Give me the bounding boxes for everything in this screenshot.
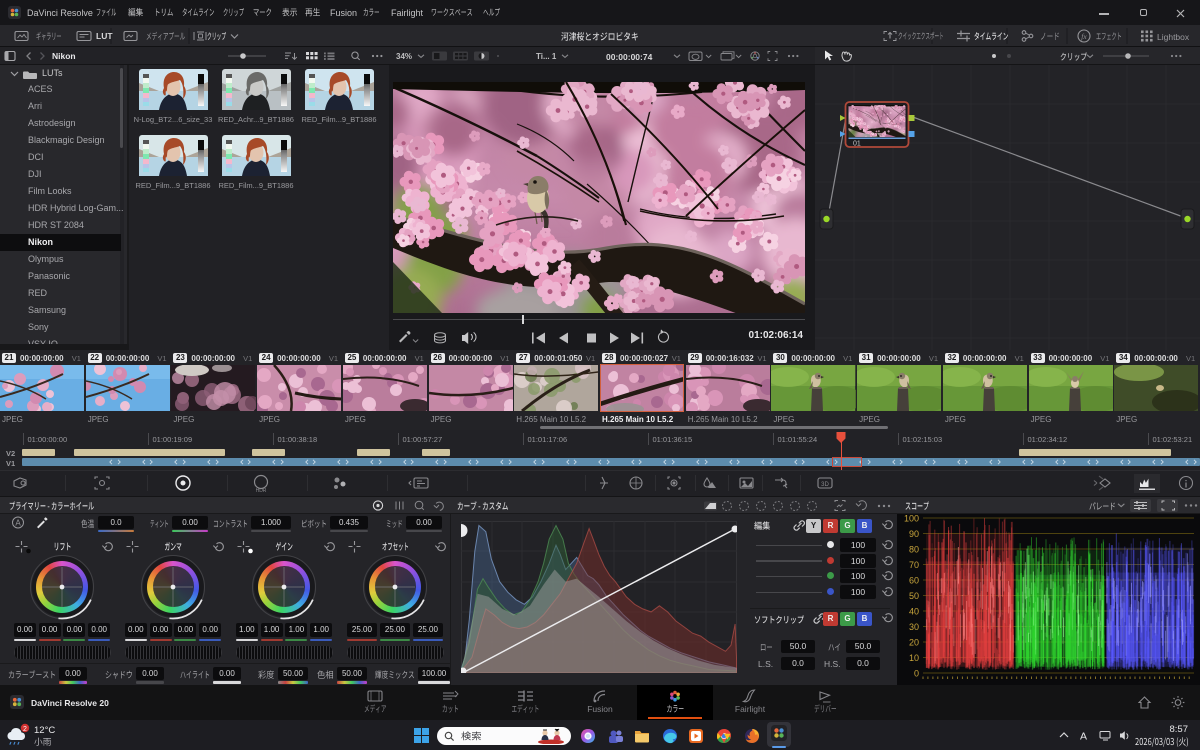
svg-text:60: 60 [909, 576, 919, 586]
svg-text:20: 20 [909, 638, 919, 648]
svg-text:2: 2 [23, 726, 27, 733]
svg-text:40: 40 [909, 607, 919, 617]
svg-text:0: 0 [914, 669, 919, 679]
svg-text:A: A [1080, 731, 1087, 743]
svg-text:30: 30 [909, 622, 919, 632]
svg-text:3D: 3D [821, 482, 829, 488]
svg-text:90: 90 [909, 529, 919, 539]
svg-text:A: A [15, 519, 21, 528]
svg-text:70: 70 [909, 560, 919, 570]
svg-text:01: 01 [853, 141, 861, 148]
svg-text:HDR: HDR [256, 488, 267, 494]
svg-text:fx: fx [1081, 32, 1087, 41]
svg-text:100: 100 [904, 514, 919, 524]
svg-text:50: 50 [909, 591, 919, 601]
svg-text:10: 10 [909, 653, 919, 663]
svg-text:80: 80 [909, 545, 919, 555]
